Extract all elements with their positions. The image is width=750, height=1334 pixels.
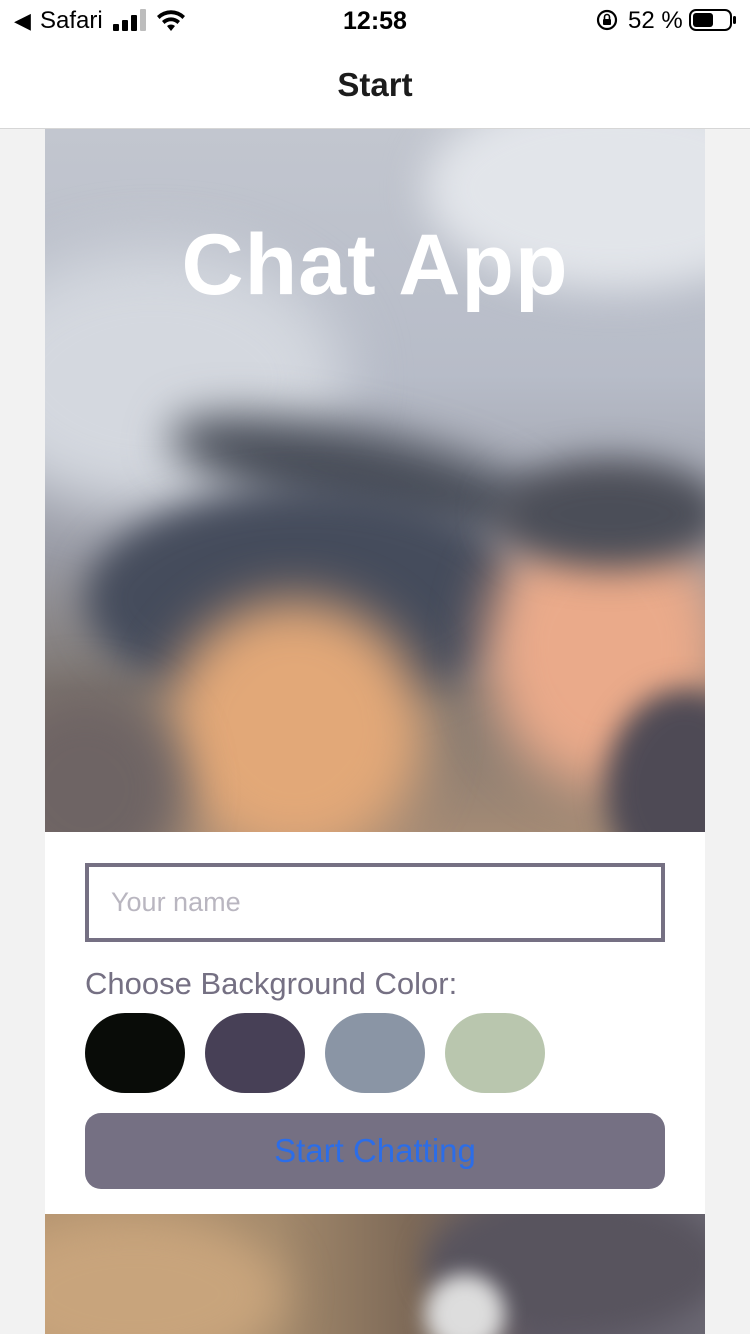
color-swatch-black[interactable] [85, 1013, 185, 1093]
app-title: Chat App [181, 217, 569, 313]
nav-title: Start [337, 66, 413, 103]
start-screen-content: Chat App Choose Background Color: Start … [45, 129, 705, 1334]
options-panel: Choose Background Color: Start Chatting [45, 832, 705, 1214]
color-choice-label: Choose Background Color: [85, 966, 458, 1001]
color-swatch-green[interactable] [445, 1013, 545, 1093]
battery-percent: 52 % [628, 7, 683, 34]
battery-icon [689, 9, 736, 31]
background-image: Chat App [45, 129, 705, 832]
rotation-lock-icon [596, 9, 618, 31]
navigation-bar: Start [0, 42, 750, 129]
color-swatch-purple[interactable] [205, 1013, 305, 1093]
start-chatting-button[interactable]: Start Chatting [85, 1113, 665, 1189]
name-input[interactable] [85, 863, 665, 942]
background-image-continued [45, 1214, 705, 1334]
color-swatch-blue-gray[interactable] [325, 1013, 425, 1093]
status-bar: ◀ Safari 12:58 52 % [0, 0, 750, 42]
